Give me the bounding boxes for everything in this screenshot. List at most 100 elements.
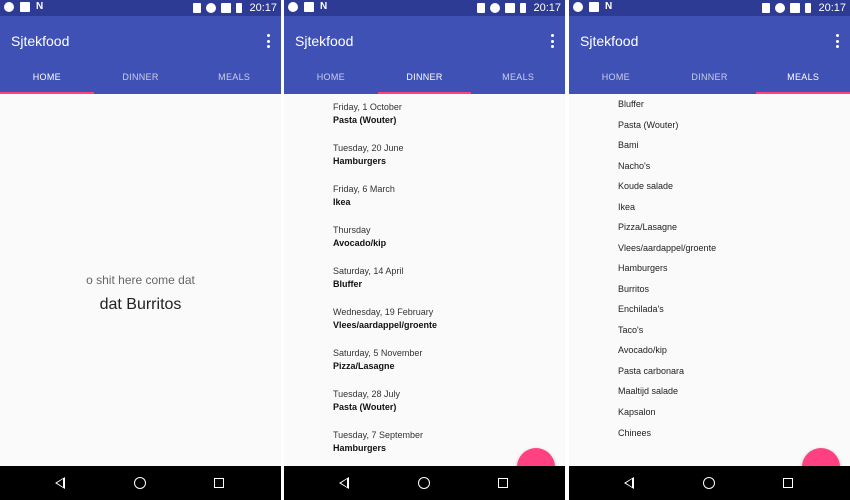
dinner-date: Friday, 1 October [333,102,402,112]
home-content: o shit here come dat dat Burritos [0,94,281,466]
dinner-meal: Pizza/Lasagne [333,361,395,371]
home-icon[interactable] [703,477,715,489]
meal-item[interactable]: Taco's [618,325,643,335]
dinner-entry[interactable]: Tuesday, 28 July Pasta (Wouter) [333,388,400,413]
phone-screen-meals: N 20:17 Sjtekfood HOME DINNER MEALS Bluf… [569,0,850,500]
meal-item[interactable]: Enchilada's [618,304,664,314]
tab-home[interactable]: HOME [0,66,94,94]
dinner-meal: Avocado/kip [333,238,387,248]
meal-item[interactable]: Vlees/aardappel/groente [618,243,716,253]
notification-icon [288,2,298,12]
dinner-date: Thursday [333,225,371,235]
navigation-bar [0,466,281,500]
tab-bar: HOME DINNER MEALS [569,66,850,94]
battery-icon [805,3,812,13]
fab-button[interactable] [517,448,555,466]
n-notification-icon: N [320,1,328,12]
dinner-date: Tuesday, 7 September [333,430,424,440]
dinner-meal: Vlees/aardappel/groente [333,320,438,330]
meal-item[interactable]: Bluffer [618,99,644,109]
meal-item[interactable]: Chinees [618,428,651,438]
dinner-list[interactable]: Friday, 1 October Pasta (Wouter) Tuesday… [284,94,565,466]
home-icon[interactable] [134,477,146,489]
battery-icon [236,3,243,13]
meal-item[interactable]: Pizza/Lasagne [618,222,677,232]
dinner-entry[interactable]: Thursday Avocado/kip [333,224,386,249]
wifi-icon [206,3,217,13]
meal-item[interactable]: Ikea [618,202,635,212]
overflow-menu-icon[interactable] [834,34,840,48]
notification-icon [4,2,14,12]
tab-home[interactable]: HOME [284,66,378,94]
app-bar: Sjtekfood HOME DINNER MEALS [569,16,850,94]
meals-list[interactable]: Bluffer Pasta (Wouter) Bami Nacho's Koud… [569,94,850,466]
dinner-date: Saturday, 5 November [333,348,423,358]
meal-item[interactable]: Koude salade [618,181,673,191]
phone-screen-dinner: N 20:17 Sjtekfood HOME DINNER MEALS Frid… [284,0,565,500]
recent-apps-icon[interactable] [214,478,224,488]
dinner-entry[interactable]: Tuesday, 20 June Hamburgers [333,142,404,167]
meal-item[interactable]: Maaltijd salade [618,386,678,396]
back-icon[interactable] [339,477,349,489]
dinner-date: Wednesday, 19 February [333,307,434,317]
overflow-menu-icon[interactable] [549,34,555,48]
vibrate-icon [762,3,771,13]
recent-apps-icon[interactable] [498,478,508,488]
meal-item[interactable]: Burritos [618,284,649,294]
notification-icon [573,2,583,12]
back-icon[interactable] [55,477,65,489]
dinner-meal: Ikea [333,197,351,207]
dinner-meal: Bluffer [333,279,362,289]
tab-dinner[interactable]: DINNER [94,66,188,94]
vibrate-icon [193,3,202,13]
app-bar: Sjtekfood HOME DINNER MEALS [0,16,281,94]
tab-bar: HOME DINNER MEALS [0,66,281,94]
signal-icon [790,3,801,13]
tab-home[interactable]: HOME [569,66,663,94]
home-icon[interactable] [418,477,430,489]
status-bar: N 20:17 [284,0,565,16]
dinner-entry[interactable]: Friday, 6 March Ikea [333,183,395,208]
meal-item[interactable]: Hamburgers [618,263,668,273]
status-time: 20:17 [249,2,277,14]
tab-meals[interactable]: MEALS [756,66,850,94]
meal-item[interactable]: Nacho's [618,161,650,171]
dinner-date: Friday, 6 March [333,184,395,194]
tab-meals[interactable]: MEALS [471,66,565,94]
phone-screen-home: N 20:17 Sjtekfood HOME DINNER MEALS o sh… [0,0,281,500]
dinner-meal: Pasta (Wouter) [333,115,397,125]
app-bar: Sjtekfood HOME DINNER MEALS [284,16,565,94]
image-notification-icon [589,2,599,12]
app-title: Sjtekfood [295,33,354,49]
dinner-meal: Pasta (Wouter) [333,402,397,412]
wifi-icon [775,3,786,13]
wifi-icon [490,3,501,13]
dinner-entry[interactable]: Wednesday, 19 February Vlees/aardappel/g… [333,306,437,331]
meal-item[interactable]: Bami [618,140,639,150]
back-icon[interactable] [624,477,634,489]
dinner-entry[interactable]: Saturday, 5 November Pizza/Lasagne [333,347,422,372]
status-bar: N 20:17 [0,0,281,16]
tab-meals[interactable]: MEALS [187,66,281,94]
signal-icon [221,3,232,13]
home-subtitle: o shit here come dat [86,273,195,287]
dinner-entry[interactable]: Saturday, 14 April Bluffer [333,265,403,290]
meal-item[interactable]: Avocado/kip [618,345,667,355]
tab-dinner[interactable]: DINNER [377,66,472,94]
fab-button[interactable] [802,448,840,466]
tab-dinner[interactable]: DINNER [663,66,757,94]
n-notification-icon: N [605,1,613,12]
app-title: Sjtekfood [11,33,70,49]
meal-item[interactable]: Pasta (Wouter) [618,120,678,130]
meal-item[interactable]: Pasta carbonara [618,366,684,376]
recent-apps-icon[interactable] [783,478,793,488]
meal-item[interactable]: Kapsalon [618,407,656,417]
status-bar: N 20:17 [569,0,850,16]
home-main-text: dat Burritos [99,296,182,313]
image-notification-icon [20,2,30,12]
overflow-menu-icon[interactable] [265,34,271,48]
dinner-entry[interactable]: Friday, 1 October Pasta (Wouter) [333,101,402,126]
dinner-entry[interactable]: Tuesday, 7 September Hamburgers [333,429,423,454]
app-title: Sjtekfood [580,33,639,49]
dinner-date: Tuesday, 28 July [333,389,401,399]
